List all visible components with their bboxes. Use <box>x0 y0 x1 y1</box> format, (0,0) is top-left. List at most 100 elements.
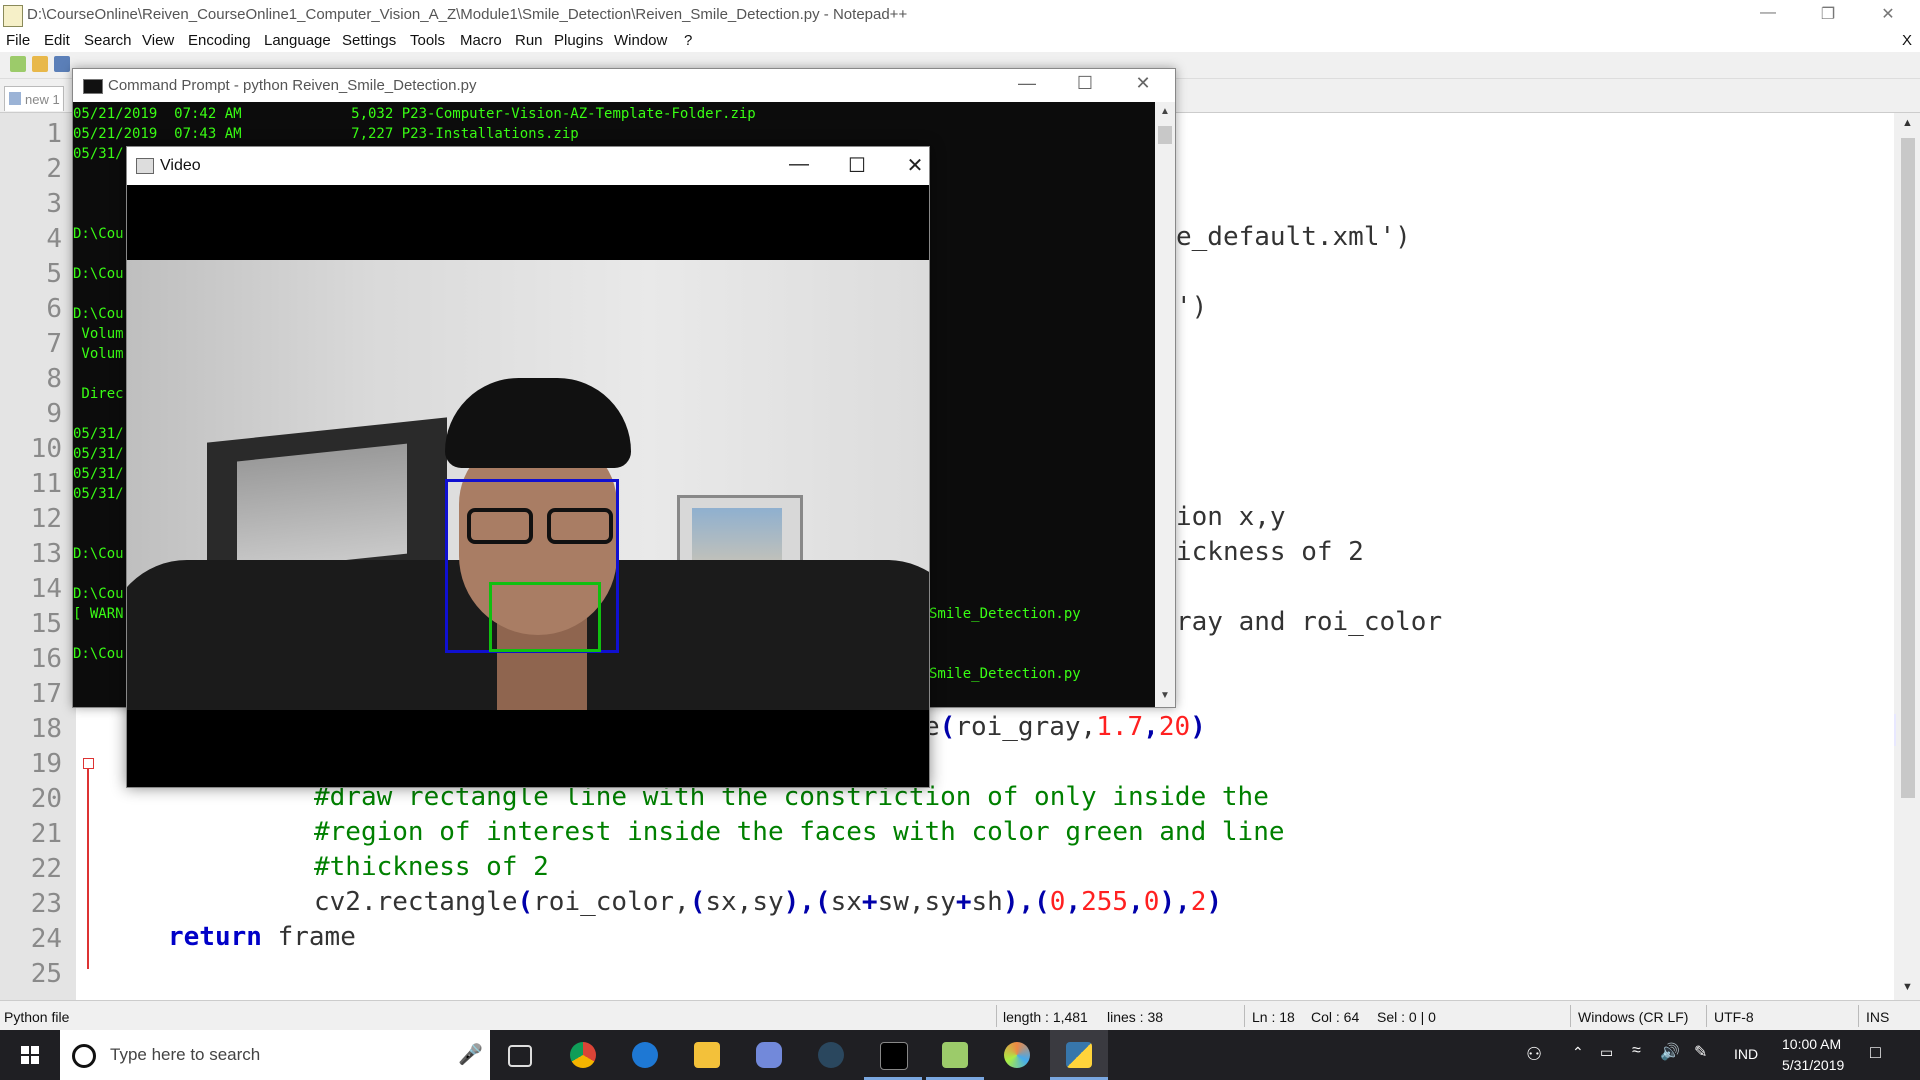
menu-macro[interactable]: Macro <box>460 32 502 49</box>
fold-toggle-icon[interactable] <box>83 758 94 769</box>
cmd-scrollbar[interactable]: ▲ ▼ <box>1155 102 1175 707</box>
notification-icon[interactable]: □ <box>1870 1042 1881 1063</box>
tab-new-1[interactable]: new 1 <box>4 86 64 111</box>
close-icon[interactable]: ✕ <box>895 153 935 178</box>
video-window: Video — ☐ ✕ <box>126 146 930 788</box>
close-icon[interactable]: ✕ <box>1123 73 1163 94</box>
scroll-down-icon[interactable]: ▼ <box>1160 690 1170 701</box>
editor-scrollbar[interactable]: ▲ ▼ <box>1896 113 1920 1000</box>
edge-taskbar-button[interactable] <box>616 1030 674 1080</box>
minimize-icon[interactable]: — <box>779 153 819 176</box>
code-token: 20 <box>1158 712 1191 742</box>
line-number: 5 <box>46 259 62 289</box>
console-line: Smile_Detection.py <box>929 606 1081 622</box>
clock-time[interactable]: 10:00 AM <box>1782 1036 1841 1052</box>
chrome-icon <box>570 1042 596 1068</box>
code-token: ( <box>689 887 706 917</box>
code-line-6: ') <box>1176 292 1208 322</box>
code-token: 2 <box>1190 887 1207 917</box>
code-line-15: ray and roi_color <box>1176 607 1443 637</box>
npp-title-bar[interactable]: D:\CourseOnline\Reiven_CourseOnline1_Com… <box>0 0 1920 30</box>
line-number: 15 <box>30 609 62 639</box>
menu-bar: File Edit Search View Encoding Language … <box>0 30 1920 52</box>
minimize-icon[interactable]: — <box>1748 4 1788 22</box>
console-line: Smile_Detection.py <box>929 666 1081 682</box>
start-button[interactable] <box>0 1030 60 1080</box>
code-token: ),( <box>783 887 831 917</box>
wifi-icon[interactable]: ≈ <box>1632 1042 1641 1060</box>
taskbar-search-box[interactable]: Type here to search 🎤 <box>60 1030 490 1080</box>
steam-taskbar-button[interactable] <box>802 1030 860 1080</box>
scroll-up-icon[interactable]: ▲ <box>1160 106 1170 117</box>
microphone-icon[interactable]: 🎤 <box>458 1042 483 1067</box>
code-token: ( <box>939 712 956 742</box>
new-file-icon[interactable] <box>10 56 26 72</box>
language-indicator[interactable]: IND <box>1734 1046 1758 1062</box>
people-icon[interactable]: ⚇ <box>1526 1044 1542 1065</box>
task-view-button[interactable] <box>490 1030 548 1080</box>
code-token: sx <box>830 887 862 917</box>
menu-help[interactable]: ? <box>684 32 692 49</box>
close-document-button[interactable]: X <box>1902 32 1912 49</box>
scrollbar-thumb[interactable] <box>1158 126 1172 144</box>
open-file-icon[interactable] <box>32 56 48 72</box>
menu-view[interactable]: View <box>142 32 174 49</box>
console-line: 05/31/ <box>73 426 124 442</box>
menu-language[interactable]: Language <box>264 32 331 49</box>
fold-line <box>87 769 89 969</box>
line-number: 3 <box>46 189 62 219</box>
discord-taskbar-button[interactable] <box>740 1030 798 1080</box>
cmd-taskbar-button[interactable] <box>864 1030 922 1080</box>
console-line: 05/31/ <box>73 446 124 462</box>
console-line: D:\Cou <box>73 306 124 322</box>
menu-run[interactable]: Run <box>515 32 543 49</box>
status-separator <box>996 1005 997 1027</box>
menu-file[interactable]: File <box>6 32 30 49</box>
chevron-up-icon[interactable]: ⌃ <box>1572 1044 1584 1061</box>
battery-icon[interactable]: ▭ <box>1600 1044 1613 1061</box>
menu-search[interactable]: Search <box>84 32 132 49</box>
notepadpp-icon <box>942 1042 968 1068</box>
volume-icon[interactable]: 🔊 <box>1660 1042 1680 1062</box>
maximize-icon[interactable]: ☐ <box>837 153 877 178</box>
clock-date[interactable]: 5/31/2019 <box>1782 1057 1844 1073</box>
line-number: 6 <box>46 294 62 324</box>
photo <box>237 443 407 572</box>
line-number: 4 <box>46 224 62 254</box>
line-number-gutter: 1 2 3 4 5 6 7 8 9 10 11 12 13 14 15 16 1… <box>0 113 76 1000</box>
cmd-icon <box>880 1042 908 1070</box>
line-number: 21 <box>30 819 62 849</box>
scroll-down-icon[interactable]: ▼ <box>1902 981 1913 993</box>
scrollbar-thumb[interactable] <box>1901 138 1915 798</box>
maximize-icon[interactable]: ☐ <box>1065 73 1105 94</box>
status-sel: Sel : 0 | 0 <box>1377 1009 1436 1025</box>
minimize-icon[interactable]: — <box>1007 73 1047 94</box>
cmd-title-bar[interactable]: Command Prompt - python Reiven_Smile_Det… <box>73 69 1175 102</box>
menu-plugins[interactable]: Plugins <box>554 32 603 49</box>
task-view-icon <box>508 1045 532 1067</box>
notepadpp-taskbar-button[interactable] <box>926 1030 984 1080</box>
folder-icon <box>694 1042 720 1068</box>
scroll-up-icon[interactable]: ▲ <box>1902 117 1913 129</box>
video-title-bar[interactable]: Video — ☐ ✕ <box>127 147 929 185</box>
save-icon[interactable] <box>54 56 70 72</box>
status-separator <box>1570 1005 1571 1027</box>
restore-icon[interactable]: ❐ <box>1808 4 1848 24</box>
file-explorer-taskbar-button[interactable] <box>678 1030 736 1080</box>
menu-encoding[interactable]: Encoding <box>188 32 251 49</box>
python-taskbar-button[interactable] <box>1050 1030 1108 1080</box>
menu-edit[interactable]: Edit <box>44 32 70 49</box>
line-number: 1 <box>46 119 62 149</box>
menu-settings[interactable]: Settings <box>342 32 396 49</box>
menu-tools[interactable]: Tools <box>410 32 445 49</box>
menu-window[interactable]: Window <box>614 32 667 49</box>
code-token: 0 <box>1143 887 1160 917</box>
chrome-taskbar-button[interactable] <box>554 1030 612 1080</box>
notepadpp-icon <box>3 5 23 27</box>
code-token: roi_color, <box>533 887 690 917</box>
status-ln: Ln : 18 <box>1252 1009 1295 1025</box>
npp-window-title: D:\CourseOnline\Reiven_CourseOnline1_Com… <box>27 6 908 23</box>
paint-taskbar-button[interactable] <box>988 1030 1046 1080</box>
pen-icon[interactable]: ✎ <box>1694 1042 1707 1062</box>
close-icon[interactable]: ✕ <box>1868 4 1908 24</box>
